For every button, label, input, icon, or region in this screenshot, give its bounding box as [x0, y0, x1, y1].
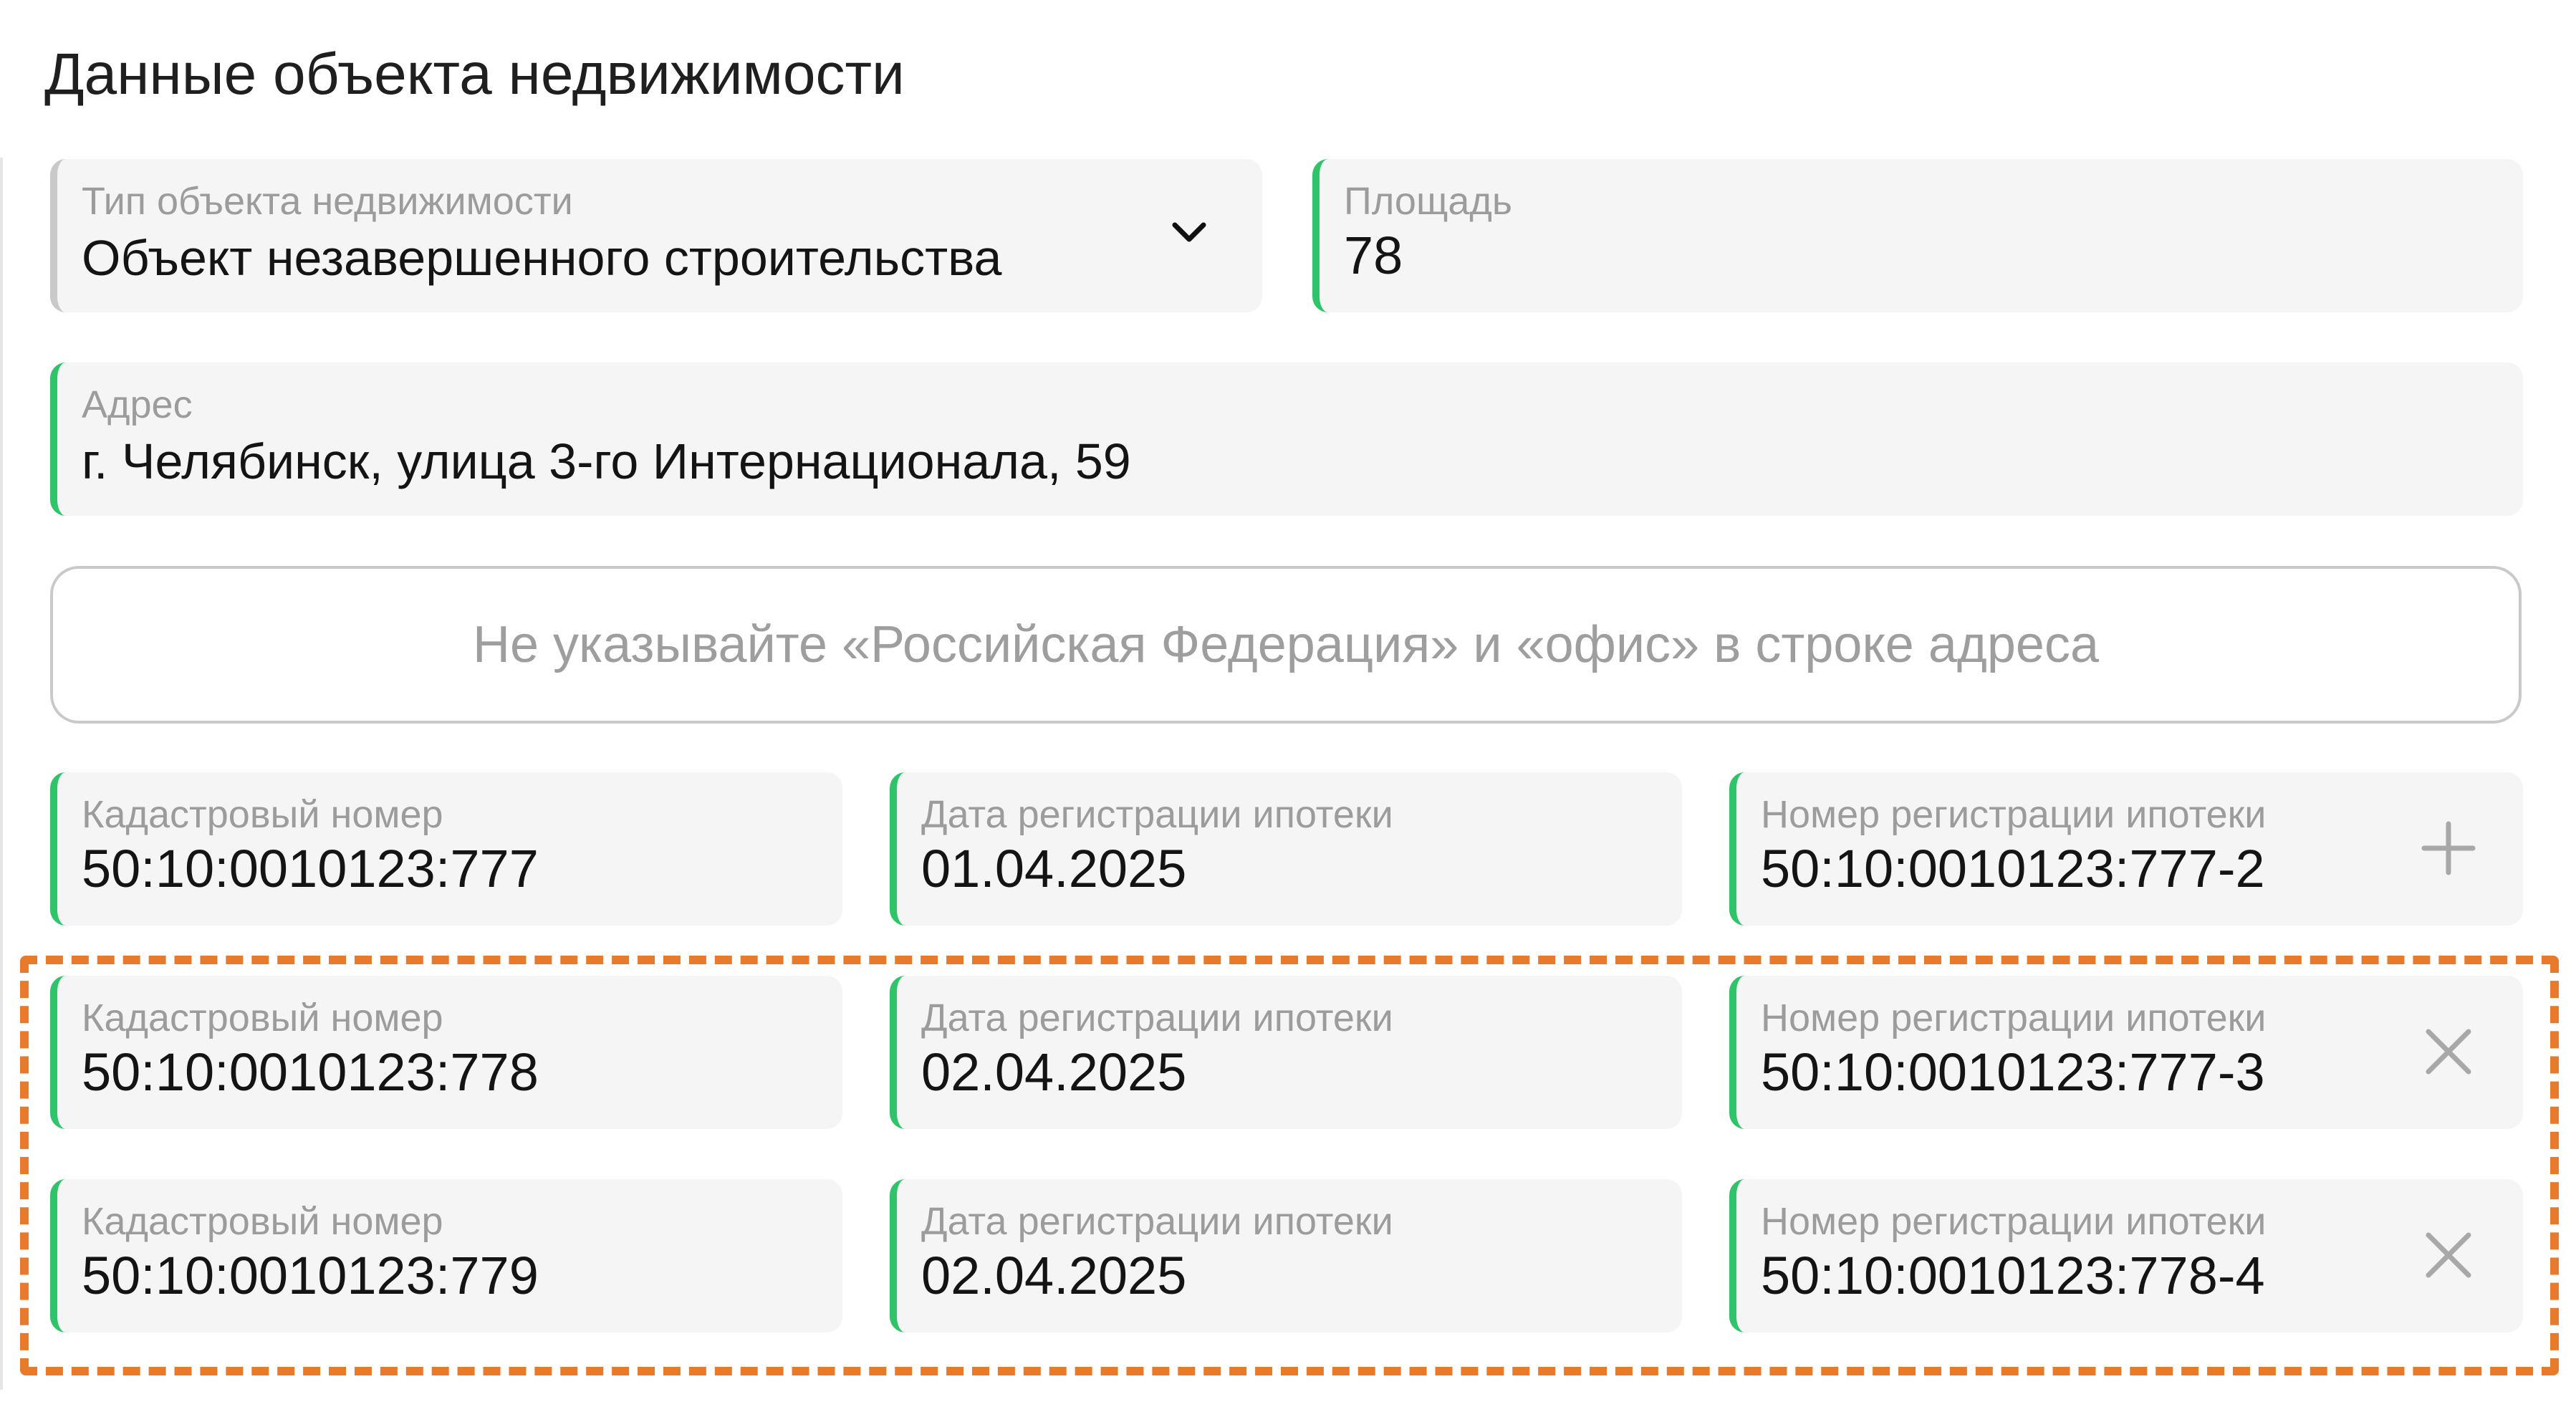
cadastral-number-field[interactable]: Кадастровый номер 50:10:0010123:777: [50, 772, 842, 926]
cadastral-number-field[interactable]: Кадастровый номер 50:10:0010123:778: [50, 976, 842, 1129]
remove-row-button[interactable]: [2413, 1219, 2484, 1291]
mortgage-date-value: 02.04.2025: [921, 1042, 1187, 1102]
area-value: 78: [1344, 226, 1403, 285]
section-title: Данные объекта недвижимости: [44, 42, 905, 107]
mortgage-date-label: Дата регистрации ипотеки: [921, 996, 1393, 1039]
address-label: Адрес: [82, 383, 193, 426]
mortgage-reg-number-value: 50:10:0010123:777-2: [1761, 839, 2265, 898]
cadastral-number-value: 50:10:0010123:777: [82, 839, 539, 898]
mortgage-date-field[interactable]: Дата регистрации ипотеки 02.04.2025: [890, 976, 1682, 1129]
cadastral-number-field[interactable]: Кадастровый номер 50:10:0010123:779: [50, 1179, 842, 1332]
mortgage-reg-number-field[interactable]: Номер регистрации ипотеки 50:10:0010123:…: [1729, 1179, 2523, 1332]
mortgage-reg-number-field[interactable]: Номер регистрации ипотеки 50:10:0010123:…: [1729, 976, 2523, 1129]
mortgage-date-field[interactable]: Дата регистрации ипотеки 02.04.2025: [890, 1179, 1682, 1332]
cadastral-number-label: Кадастровый номер: [82, 996, 443, 1039]
mortgage-reg-number-value: 50:10:0010123:777-3: [1761, 1042, 2265, 1102]
mortgage-date-value: 01.04.2025: [921, 839, 1187, 898]
close-icon: [2426, 1029, 2471, 1075]
cadastral-number-label: Кадастровый номер: [82, 793, 443, 836]
plus-icon: [2421, 821, 2476, 875]
property-type-value: Объект незавершенного строительства: [82, 230, 1002, 286]
add-row-button[interactable]: [2413, 812, 2484, 884]
cadastral-number-value: 50:10:0010123:779: [82, 1246, 539, 1305]
area-label: Площадь: [1344, 180, 1513, 223]
address-hint: Не указывайте «Российская Федерация» и «…: [50, 566, 2522, 724]
mortgage-date-value: 02.04.2025: [921, 1246, 1187, 1305]
mortgage-reg-number-field[interactable]: Номер регистрации ипотеки 50:10:0010123:…: [1729, 772, 2523, 926]
remove-row-button[interactable]: [2413, 1016, 2484, 1087]
property-type-select[interactable]: Тип объекта недвижимости Объект незаверш…: [50, 159, 1262, 312]
cadastral-number-label: Кадастровый номер: [82, 1200, 443, 1243]
area-field[interactable]: Площадь 78: [1312, 159, 2523, 312]
mortgage-date-label: Дата регистрации ипотеки: [921, 793, 1393, 836]
mortgage-reg-number-label: Номер регистрации ипотеки: [1761, 1200, 2267, 1243]
close-icon: [2426, 1232, 2471, 1278]
left-divider: [0, 158, 3, 1390]
chevron-down-icon: [1172, 222, 1206, 242]
property-type-label: Тип объекта недвижимости: [82, 180, 573, 223]
mortgage-reg-number-value: 50:10:0010123:778-4: [1761, 1246, 2265, 1305]
mortgage-date-field[interactable]: Дата регистрации ипотеки 01.04.2025: [890, 772, 1682, 926]
cadastral-number-value: 50:10:0010123:778: [82, 1042, 539, 1102]
mortgage-date-label: Дата регистрации ипотеки: [921, 1200, 1393, 1243]
address-field[interactable]: Адрес г. Челябинск, улица 3-го Интернаци…: [50, 362, 2523, 516]
mortgage-reg-number-label: Номер регистрации ипотеки: [1761, 793, 2267, 836]
address-value: г. Челябинск, улица 3-го Интернационала,…: [82, 433, 1131, 489]
mortgage-reg-number-label: Номер регистрации ипотеки: [1761, 996, 2267, 1039]
